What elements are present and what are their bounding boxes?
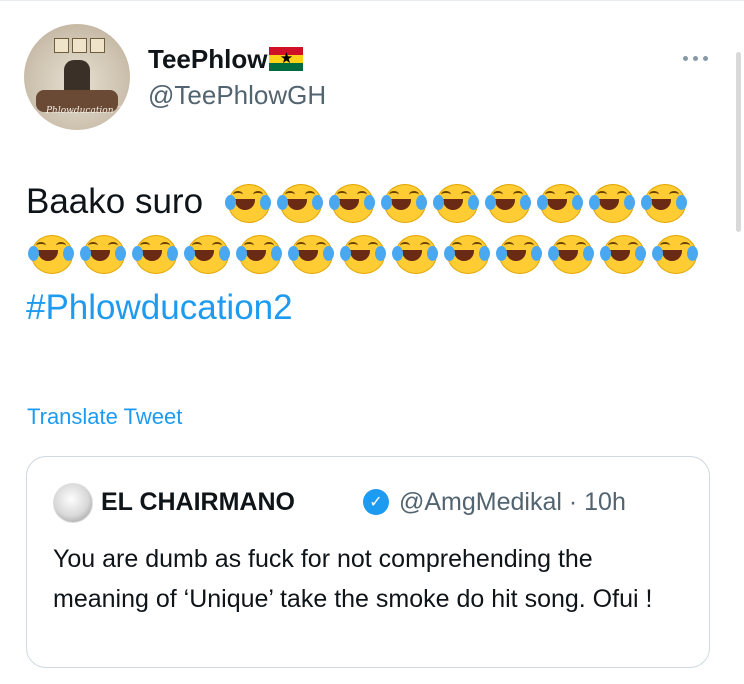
tears-of-joy-emoji-icon bbox=[548, 230, 594, 276]
tweet-text: Baako suro #Phlowducation2 bbox=[26, 172, 726, 336]
tears-of-joy-emoji-icon bbox=[392, 230, 438, 276]
quoted-tweet-text: You are dumb as fuck for not comprehendi… bbox=[53, 545, 653, 613]
tears-of-joy-emoji-icon bbox=[236, 230, 282, 276]
quoted-handle-time: @AmgMedikal · 10h bbox=[399, 488, 626, 516]
tears-of-joy-emoji-icon bbox=[600, 230, 646, 276]
avatar-artwork bbox=[54, 38, 105, 53]
emoji-row bbox=[28, 230, 726, 276]
tears-of-joy-emoji-icon bbox=[640, 179, 687, 225]
tweet-body: Baako suro bbox=[26, 181, 204, 221]
verified-badge-icon: ✓ bbox=[363, 489, 389, 515]
tears-of-joy-emoji-icon bbox=[328, 179, 375, 225]
tears-of-joy-emoji-icon bbox=[444, 230, 490, 276]
translate-tweet-link[interactable]: Translate Tweet bbox=[27, 404, 182, 430]
tears-of-joy-emoji-icon bbox=[652, 230, 698, 276]
author-display-name[interactable]: TeePhlow ★ bbox=[148, 44, 304, 74]
tears-of-joy-emoji-icon bbox=[28, 230, 74, 276]
tears-of-joy-emoji-icon bbox=[132, 230, 178, 276]
author-handle[interactable]: @TeePhlowGH bbox=[148, 80, 326, 110]
quoted-avatar[interactable] bbox=[53, 483, 93, 523]
quoted-display-name: EL CHAIRMANO bbox=[101, 488, 295, 516]
author-avatar[interactable]: Phlowducation 2 bbox=[24, 24, 130, 130]
top-divider bbox=[0, 0, 744, 1]
tears-of-joy-emoji-icon bbox=[484, 179, 531, 225]
tears-of-joy-emoji-icon bbox=[588, 179, 635, 225]
scrollbar[interactable] bbox=[736, 52, 741, 232]
tears-of-joy-emoji-icon bbox=[496, 230, 542, 276]
tears-of-joy-emoji-icon bbox=[224, 179, 271, 225]
quoted-tweet-card[interactable]: EL CHAIRMANO ✓ @AmgMedikal · 10h You are… bbox=[26, 456, 710, 668]
tears-of-joy-emoji-icon bbox=[432, 179, 479, 225]
tears-of-joy-emoji-icon bbox=[184, 230, 230, 276]
ghana-flag-icon: ★ bbox=[269, 47, 304, 71]
tears-of-joy-emoji-icon bbox=[276, 179, 323, 225]
avatar-signature: Phlowducation 2 bbox=[46, 106, 123, 116]
more-horizontal-icon bbox=[682, 55, 688, 61]
tears-of-joy-emoji-icon bbox=[80, 230, 126, 276]
more-options-button[interactable] bbox=[678, 46, 712, 70]
hashtag-link[interactable]: #Phlowducation2 bbox=[26, 280, 726, 336]
tears-of-joy-emoji-icon bbox=[536, 179, 583, 225]
tears-of-joy-emoji-icon bbox=[288, 230, 334, 276]
emoji-row bbox=[224, 179, 687, 225]
tears-of-joy-emoji-icon bbox=[340, 230, 386, 276]
tears-of-joy-emoji-icon bbox=[380, 179, 427, 225]
